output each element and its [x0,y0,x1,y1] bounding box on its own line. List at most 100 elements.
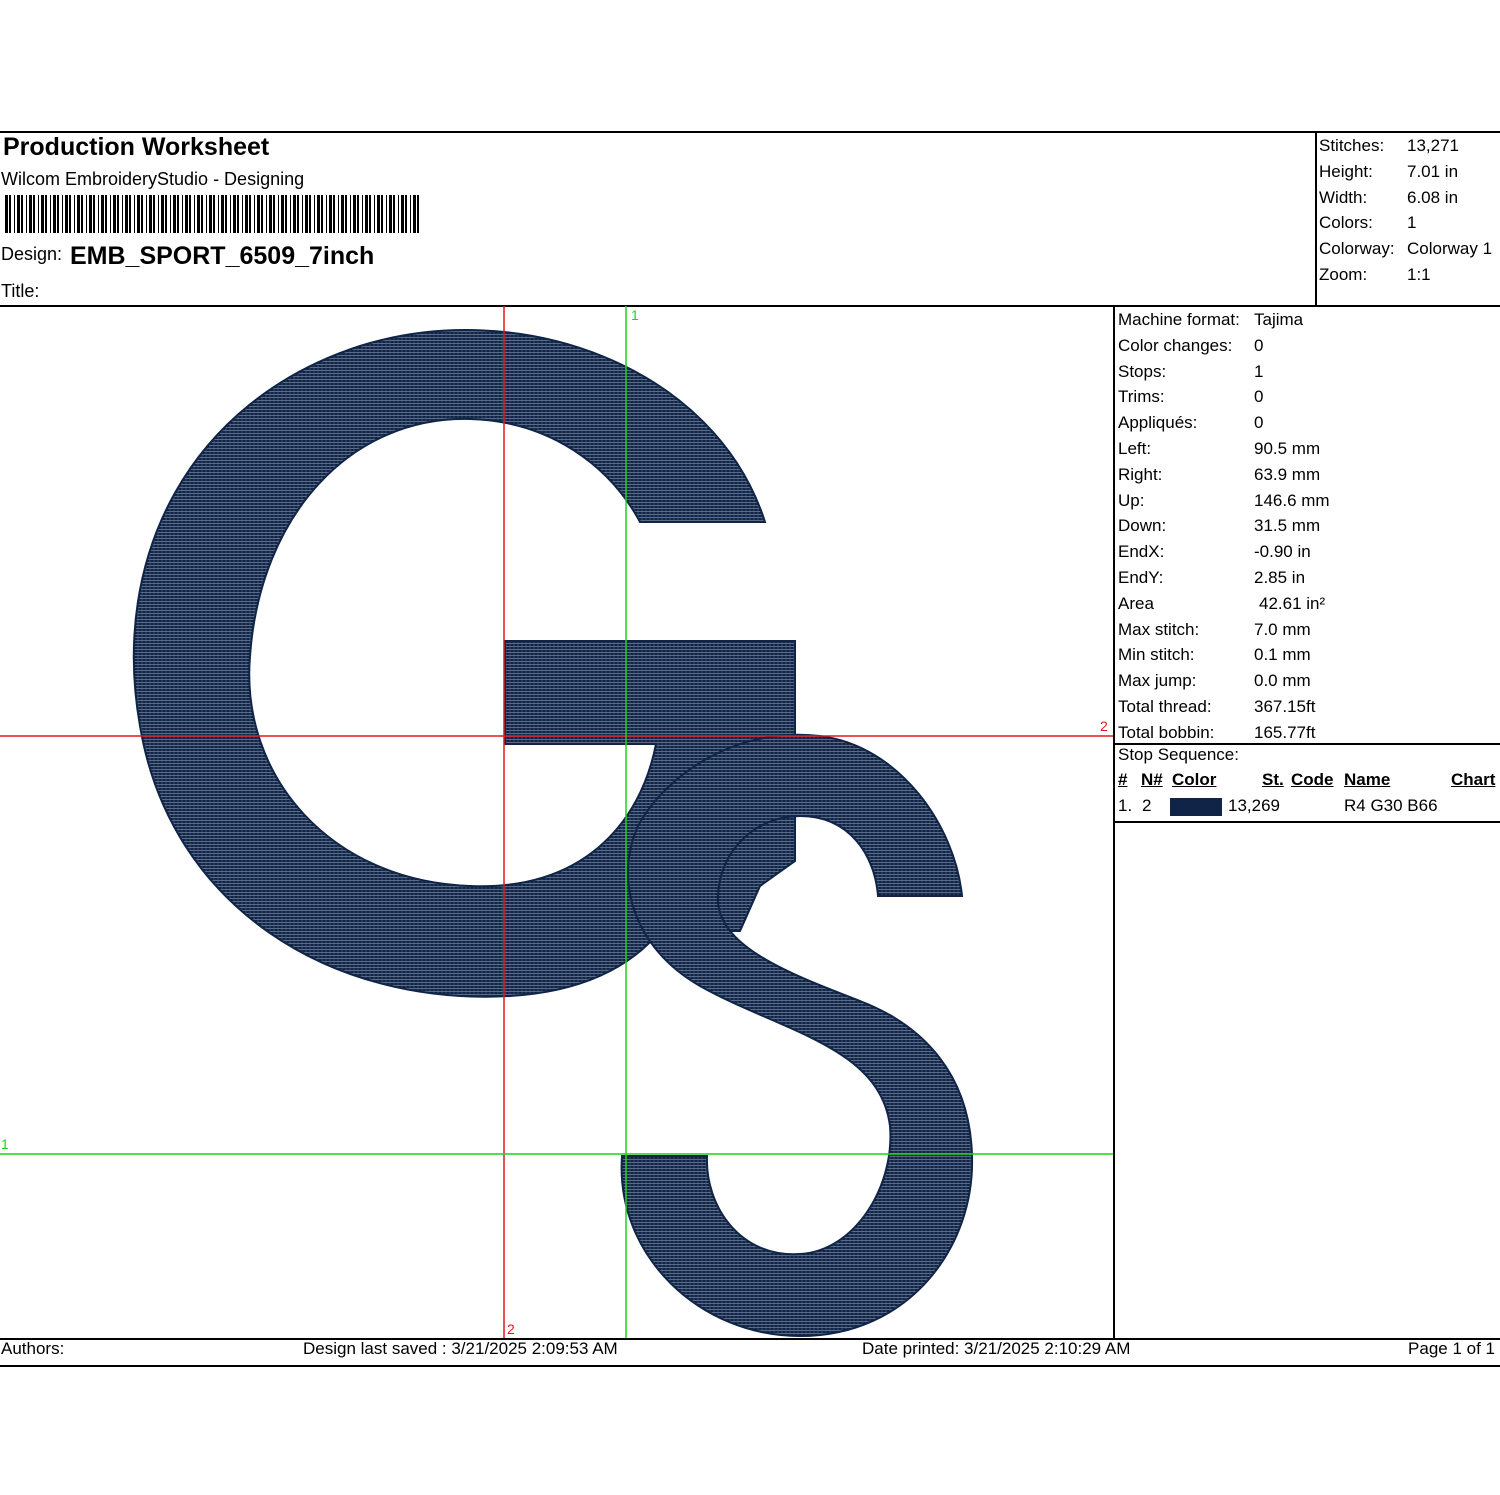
barcode-bar [170,195,171,233]
column-header-chart: Chart [1451,770,1496,789]
barcode-bar [314,195,315,233]
barcode-bar [69,195,71,233]
barcode-bar [317,195,320,233]
barcode-bar [81,195,83,233]
detail-label: Stops: [1118,361,1167,381]
barcode-bar [326,195,327,233]
barcode-bar [273,195,275,233]
barcode-bar [321,195,323,233]
barcode-bar [77,195,80,233]
barcode-bar [185,195,188,233]
barcode-bar [53,195,56,233]
barcode-bar [281,195,284,233]
stat-label: Colorway: [1319,239,1395,259]
stat-value: 7.01 in [1407,161,1459,181]
barcode-bar [206,195,207,233]
barcode-bar [309,195,311,233]
barcode-bar [141,195,143,233]
barcode-bar [245,195,248,233]
barcode-bar [177,195,179,233]
barcode-bar [233,195,236,233]
page-number: Page 1 of 1 [1408,1339,1495,1358]
detail-label: Area [1118,593,1154,613]
barcode-bar [29,195,32,233]
barcode-bar [393,195,395,233]
detail-row: Total thread: 367.15ft [1118,694,1330,720]
barcode-bar [377,195,380,233]
stat-value: 1:1 [1407,264,1431,284]
barcode-bar [290,195,291,233]
detail-value: 42.61 in² [1259,593,1326,613]
column-header-color: Color [1172,770,1217,789]
summary-divider [1315,131,1317,306]
barcode-bar [26,195,27,233]
barcode-bar [194,195,195,233]
detail-row: Stops: 1 [1118,359,1330,385]
detail-label: Trims: [1118,387,1165,407]
detail-row: Area 42.61 in² [1118,591,1330,617]
column-header-stitches: St. [1262,770,1284,789]
detail-value: 0.0 mm [1254,671,1311,691]
detail-label: Left: [1118,438,1152,458]
stat-value: 6.08 in [1407,187,1459,207]
barcode-bar [89,195,92,233]
barcode-bar [417,195,419,233]
barcode-bar [333,195,335,233]
stop-color-name: R4 G30 B66 [1344,796,1438,815]
stat-colorway: Colorway: Colorway 1 [1319,236,1492,262]
guide-marker: 1 [1,1136,9,1152]
barcode-bar [381,195,383,233]
stat-label: Zoom: [1319,264,1368,284]
design-name: EMB_SPORT_6509_7inch [70,242,375,270]
barcode-bar [45,195,47,233]
stat-width: Width: 6.08 in [1319,185,1492,211]
barcode-bar [374,195,375,233]
barcode-bar [65,195,68,233]
detail-value: -0.90 in [1254,542,1311,562]
barcode-bar [278,195,279,233]
design-details: Machine format: Tajima Color changes: 0 St… [1118,307,1330,746]
barcode-bar [62,195,63,233]
guide-marker: 2 [507,1321,515,1337]
detail-value: 0 [1254,413,1264,433]
barcode-bar [353,195,356,233]
stat-zoom: Zoom: 1:1 [1319,262,1492,288]
summary-stats: Stitches: 13,271 Height: 7.01 in Width: 6.0… [1319,133,1492,288]
barcode-bar [369,195,371,233]
detail-value: 2.85 in [1254,567,1306,587]
detail-row: Left: 90.5 mm [1118,436,1330,462]
detail-row: Max stitch: 7.0 mm [1118,617,1330,643]
detail-row: Appliqués: 0 [1118,410,1330,436]
detail-value: 63.9 mm [1254,464,1321,484]
barcode-bar [398,195,399,233]
barcode-bar [137,195,140,233]
bottom-border [0,1365,1500,1367]
barcode-bar [161,195,164,233]
detail-value: 1 [1254,361,1264,381]
barcode-bar [33,195,35,233]
barcode-bar [350,195,351,233]
stat-label: Stitches: [1319,136,1385,155]
barcode-bar [242,195,243,233]
barcode-bar [401,195,404,233]
barcode-bar [218,195,219,233]
stop-needle: 2 [1142,796,1152,815]
barcode-bar [93,195,95,233]
detail-row: Up: 146.6 mm [1118,488,1330,514]
barcode-bar [269,195,272,233]
barcode-bar [254,195,255,233]
barcode-bar [122,195,123,233]
title-label: Title: [1,281,40,301]
detail-value: Tajima [1254,310,1304,329]
barcode-bar [329,195,332,233]
software-name: Wilcom EmbroideryStudio - Designing [1,169,305,189]
barcode-bar [365,195,368,233]
barcode-bar [105,195,107,233]
detail-label: Up: [1118,490,1145,510]
detail-row: Trims: 0 [1118,384,1330,410]
detail-row: Total bobbin: 165.77ft [1118,720,1330,746]
barcode-bar [149,195,152,233]
barcode-bar [182,195,183,233]
barcode-bar [134,195,135,233]
barcode-bar [293,195,296,233]
